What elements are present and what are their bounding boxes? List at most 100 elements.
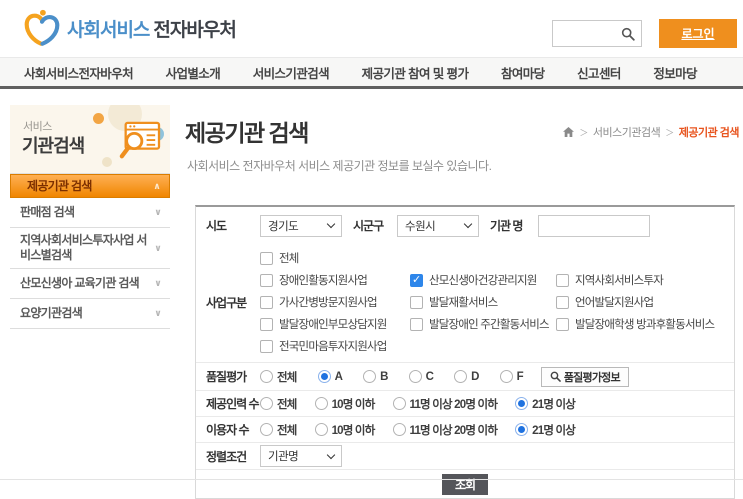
radio-option[interactable]: C — [408, 370, 434, 383]
checkbox-label: 산모신생아건강관리지원 — [429, 275, 537, 287]
sidebar-item-label: 판매점 검색 — [20, 205, 75, 219]
search-submit-button[interactable]: 조회 — [442, 473, 488, 495]
empty-grid-cell — [556, 335, 714, 357]
radio-selected-icon — [515, 423, 529, 436]
sidebar-item-label: 산모신생아 교육기관 검색 — [20, 276, 140, 290]
radio-unselected-icon — [260, 370, 273, 383]
sidebar-item-label: 지역사회서비스투자사업 서비스별검색 — [20, 233, 147, 262]
user-count-row: 이용자 수 전체 10명 이하 11명 이상 20명 이하 21명 이상 — [196, 416, 734, 442]
radio-option[interactable]: B — [363, 370, 388, 383]
checkbox-label: 발달장애인부모상담지원 — [279, 319, 387, 331]
business-checkbox-option[interactable]: 전국민마음투자지원사업 — [260, 335, 410, 357]
nav-item[interactable]: 서비스기관검색 — [253, 63, 330, 82]
radio-option[interactable]: 전체 — [260, 396, 297, 412]
radio-option[interactable]: A — [317, 370, 343, 383]
sido-select-value: 경기도 — [268, 220, 299, 233]
business-checkbox-grid: 전체장애인활동지원사업 산모신생아건강관리지원 지역사회서비스투자가사간병방문지원사… — [260, 247, 715, 357]
nav-item[interactable]: 제공기관 참여 및 평가 — [362, 63, 469, 82]
staff-count-row: 제공인력 수 전체 10명 이하 11명 이상 20명 이하 21명 이상 — [196, 390, 734, 416]
checkbox-unchecked-icon — [260, 339, 273, 353]
sigungu-select-value: 수원시 — [405, 220, 436, 233]
checkbox-unchecked-icon — [260, 295, 273, 309]
radio-option[interactable]: 11명 이상 20명 이하 — [392, 422, 498, 438]
radio-unselected-icon — [454, 370, 468, 383]
radio-label: B — [380, 370, 388, 383]
radio-option[interactable]: 10명 이하 — [314, 422, 376, 438]
sort-select-value: 기관명 — [268, 451, 299, 463]
radio-selected-icon — [317, 370, 331, 383]
quality-radio-group: 전체 A B C D F — [260, 369, 524, 385]
radio-unselected-icon — [363, 370, 377, 383]
business-checkbox-option[interactable]: 지역사회서비스투자 — [556, 269, 714, 291]
logo-heart-icon — [24, 9, 60, 46]
sidebar-item-label: 제공기관 검색 — [27, 178, 92, 193]
search-input[interactable] — [553, 21, 621, 46]
empty-grid-cell — [410, 335, 556, 357]
business-checkbox-option[interactable]: 산모신생아건강관리지원 — [410, 269, 556, 291]
sort-label: 정렬조건 — [206, 449, 247, 464]
sort-select[interactable]: 기관명 — [260, 445, 342, 467]
home-icon[interactable] — [563, 127, 575, 137]
radio-option[interactable]: 10명 이하 — [314, 396, 375, 412]
sidebar-item[interactable]: 지역사회서비스투자사업 서비스별검색 ∨ — [10, 228, 170, 269]
radio-option[interactable]: 21명 이상 — [515, 422, 576, 438]
checkbox-label: 발달장애학생 방과후활동서비스 — [575, 319, 715, 331]
chevron-up-icon: ∧ — [153, 180, 160, 191]
radio-option[interactable]: 전체 — [260, 422, 297, 438]
sidebar-item[interactable]: 요양기관검색 ∨ — [10, 299, 170, 329]
radio-option[interactable]: 11명 이상 20명 이하 — [392, 396, 498, 412]
business-checkbox-option[interactable]: 전체 — [260, 247, 410, 269]
business-checkbox-option[interactable]: 발달장애인부모상담지원 — [260, 313, 410, 335]
checkbox-checked-icon — [410, 273, 423, 287]
breadcrumb-item[interactable]: 제공기관 검색 — [679, 124, 740, 140]
login-button[interactable]: 로그인 — [659, 19, 737, 48]
checkbox-label: 발달장애인 주간활동서비스 — [429, 319, 550, 331]
chevron-down-icon: ∨ — [154, 308, 161, 318]
checkbox-unchecked-icon — [556, 295, 569, 309]
nav-item[interactable]: 사업별소개 — [166, 63, 221, 82]
search-icon — [550, 371, 561, 382]
sort-row: 정렬조건 기관명 — [196, 442, 734, 469]
business-checkbox-option[interactable]: 가사간병방문지원사업 — [260, 291, 410, 313]
nav-item[interactable]: 정보마당 — [653, 63, 697, 82]
business-checkbox-option[interactable]: 발달장애학생 방과후활동서비스 — [556, 313, 715, 335]
staff-count-radio-group: 전체 10명 이하 11명 이상 20명 이하 21명 이상 — [260, 396, 576, 412]
sidebar-item[interactable]: 제공기관 검색 ∧ — [10, 174, 170, 198]
checkbox-unchecked-icon — [556, 317, 569, 331]
sidebar-menu: 제공기관 검색 ∧ 판매점 검색 ∨ 지역사회서비스투자사업 서비스별검색 ∨ 산모신생아 … — [10, 173, 170, 329]
sigungu-select[interactable]: 수원시 — [397, 214, 479, 237]
radio-option[interactable]: F — [499, 370, 524, 383]
business-category-row: 사업구분 전체장애인활동지원사업 산모신생아건강관리지원 지역사회서비스투자가사간병… — [196, 244, 734, 362]
staff-count-label: 제공인력 수 — [206, 397, 260, 411]
breadcrumb-item[interactable]: 서비스기관검색 — [593, 124, 661, 140]
nav-item[interactable]: 사회서비스전자바우처 — [24, 63, 134, 82]
sidebar-item[interactable]: 판매점 검색 ∨ — [10, 198, 170, 228]
breadcrumb-separator: ＞ — [579, 127, 588, 138]
checkbox-label: 지역사회서비스투자 — [575, 275, 664, 287]
nav-item[interactable]: 참여마당 — [501, 63, 545, 82]
radio-label: 10명 이하 — [331, 424, 376, 437]
business-checkbox-option[interactable]: 발달장애인 주간활동서비스 — [410, 313, 556, 335]
radio-label: 11명 이상 20명 이하 — [409, 398, 498, 411]
radio-label: 21명 이상 — [532, 424, 576, 437]
business-checkbox-option[interactable]: 발달재활서비스 — [410, 291, 556, 313]
site-logo[interactable]: 사회서비스 전자바우처 — [24, 8, 237, 48]
org-name-input[interactable] — [538, 214, 650, 237]
checkbox-unchecked-icon — [260, 273, 273, 287]
radio-label: 전체 — [277, 371, 297, 384]
business-checkbox-option[interactable]: 장애인활동지원사업 — [260, 269, 410, 291]
radio-unselected-icon — [392, 397, 406, 410]
sido-select[interactable]: 경기도 — [260, 214, 342, 237]
sidebar-header: 서비스 기관검색 — [10, 105, 170, 173]
quality-info-button[interactable]: 품질평가정보 — [540, 366, 629, 387]
nav-item[interactable]: 신고센터 — [577, 63, 621, 82]
breadcrumb: ＞ 서비스기관검색 ＞ 제공기관 검색 — [563, 124, 740, 140]
sigungu-label: 시군구 — [353, 219, 384, 233]
radio-option[interactable]: 전체 — [260, 369, 297, 385]
business-checkbox-option[interactable]: 언어발달지원사업 — [556, 291, 714, 313]
radio-option[interactable]: D — [454, 370, 479, 383]
search-icon[interactable] — [621, 27, 635, 41]
radio-option[interactable]: 21명 이상 — [515, 396, 576, 412]
submit-row: 조회 — [196, 469, 734, 498]
sidebar-item[interactable]: 산모신생아 교육기관 검색 ∨ — [10, 269, 170, 299]
